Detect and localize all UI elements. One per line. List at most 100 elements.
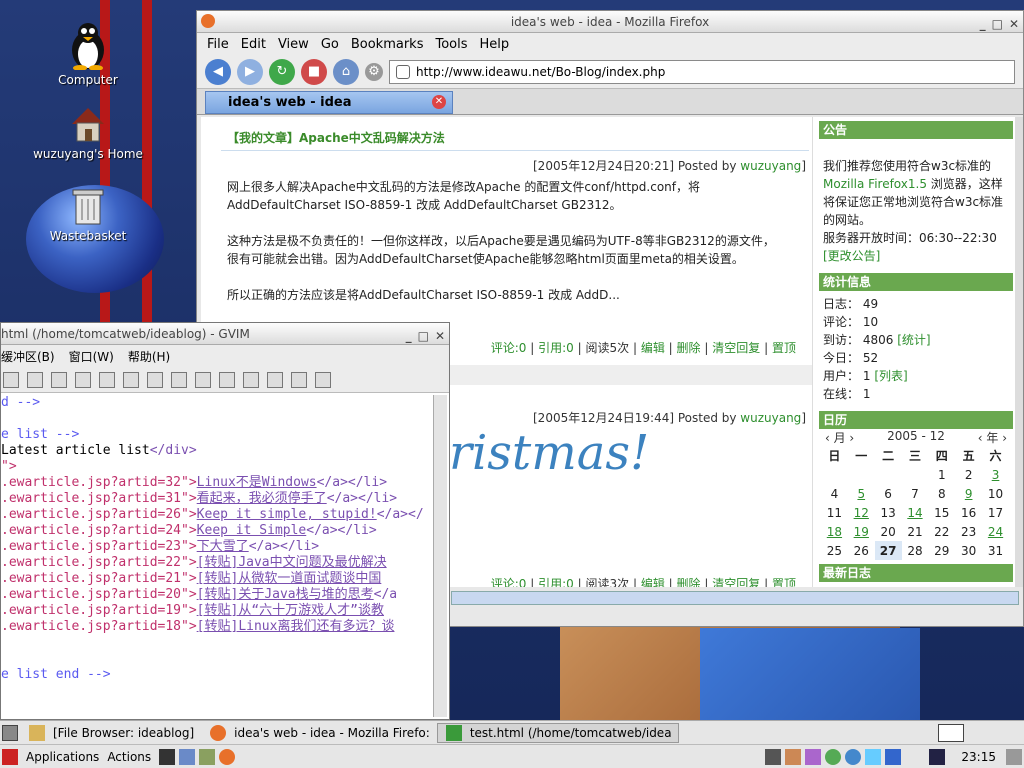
find-icon[interactable] xyxy=(51,371,67,388)
menu-tools[interactable]: Tools xyxy=(435,37,467,52)
gear-icon[interactable] xyxy=(195,371,211,388)
forward-button[interactable]: ▶ xyxy=(237,58,263,85)
workspace-switcher[interactable] xyxy=(938,723,964,742)
refs-link[interactable]: 引用:0 xyxy=(538,341,574,355)
clock[interactable]: 23:15 xyxy=(961,750,996,764)
back-button[interactable]: ◀ xyxy=(205,58,231,85)
reload-button[interactable]: ↻ xyxy=(269,58,295,85)
forward-icon[interactable] xyxy=(75,371,91,388)
gvim-titlebar[interactable]: html (/home/tomcatweb/ideablog) - GVIM _… xyxy=(1,323,449,345)
task-gvim[interactable]: test.html (/home/tomcatweb/idea xyxy=(436,722,679,743)
calendar-day[interactable]: 18 xyxy=(821,522,848,541)
url-bar[interactable]: http://www.ideawu.net/Bo-Blog/index.php xyxy=(389,59,1015,84)
firefox-launcher-icon[interactable] xyxy=(219,748,236,765)
menu-go[interactable]: Go xyxy=(321,37,339,52)
user-list-link[interactable]: [列表] xyxy=(874,369,907,383)
menu-view[interactable]: View xyxy=(278,37,309,52)
actions-menu[interactable]: Actions xyxy=(107,750,151,764)
editor-icon[interactable] xyxy=(179,748,196,765)
stop-button[interactable]: ■ xyxy=(301,58,327,85)
pin-link[interactable]: 置顶 xyxy=(772,577,796,587)
help-icon[interactable] xyxy=(291,371,307,388)
calendar-day[interactable]: 3 xyxy=(982,465,1009,484)
author-link[interactable]: wuzuyang xyxy=(740,411,801,425)
delete-link[interactable]: 删除 xyxy=(677,577,701,587)
calendar-day[interactable]: 24 xyxy=(982,522,1009,541)
comments-link[interactable]: 评论:0 xyxy=(491,341,527,355)
download-icon[interactable] xyxy=(885,748,902,765)
maximize-button[interactable]: □ xyxy=(992,13,1003,35)
menu-edit[interactable]: Edit xyxy=(241,37,266,52)
pin-link[interactable]: 置顶 xyxy=(772,341,796,355)
desktop-icon-wastebasket[interactable]: Wastebasket xyxy=(23,186,153,243)
jump-icon[interactable] xyxy=(267,371,283,388)
calendar-day[interactable]: 5 xyxy=(848,484,875,503)
desktop-icon-computer[interactable]: Computer xyxy=(23,20,153,87)
calendar-day[interactable]: 19 xyxy=(848,522,875,541)
calendar-day[interactable]: 14 xyxy=(902,503,929,522)
close-button[interactable]: ✕ xyxy=(1009,13,1019,35)
menu-help[interactable]: Help xyxy=(480,37,510,52)
close-tab-icon[interactable]: ✕ xyxy=(432,95,446,109)
edit-link[interactable]: 编辑 xyxy=(641,341,665,355)
menu-help[interactable]: 帮助(H) xyxy=(128,348,170,365)
author-link[interactable]: wuzuyang xyxy=(740,159,801,173)
calendar-day[interactable]: 12 xyxy=(848,503,875,522)
volume-icon[interactable] xyxy=(1006,748,1022,765)
applications-menu[interactable]: Applications xyxy=(26,750,99,764)
firefox-titlebar[interactable]: idea's web - idea - Mozilla Firefox _ □ … xyxy=(197,11,1023,33)
make-icon[interactable] xyxy=(219,371,235,388)
tab-ideas-web[interactable]: idea's web - idea ✕ xyxy=(205,91,453,114)
clear-replies-link[interactable]: 清空回复 xyxy=(712,577,760,587)
horizontal-scrollbar[interactable] xyxy=(451,591,1019,605)
stats-link[interactable]: [统计] xyxy=(897,333,930,347)
minimize-button[interactable]: _ xyxy=(406,325,412,347)
find-help-icon[interactable] xyxy=(315,371,331,388)
minimize-button[interactable]: _ xyxy=(980,13,986,35)
open-session-icon[interactable] xyxy=(147,371,163,388)
delete-link[interactable]: 删除 xyxy=(677,341,701,355)
paste-icon[interactable] xyxy=(27,371,43,388)
tray-icon[interactable] xyxy=(785,748,802,765)
edit-link[interactable]: 编辑 xyxy=(641,577,665,587)
tray-icon[interactable] xyxy=(825,748,842,765)
home-button[interactable]: ⌂ xyxy=(333,58,359,85)
clear-replies-link[interactable]: 清空回复 xyxy=(712,341,760,355)
show-desktop-icon[interactable] xyxy=(2,724,18,741)
firefox-link[interactable]: Mozilla Firefox1.5 xyxy=(823,177,927,191)
workspace-icon[interactable] xyxy=(929,748,946,765)
network-icon[interactable] xyxy=(865,748,882,765)
task-file-browser[interactable]: [File Browser: ideablog] xyxy=(20,723,201,743)
close-button[interactable]: ✕ xyxy=(435,325,445,347)
tray-icon[interactable] xyxy=(845,748,862,765)
desktop-icon-home[interactable]: wuzuyang's Home xyxy=(23,104,153,161)
gnome-foot-icon[interactable] xyxy=(2,748,18,765)
comments-link[interactable]: 评论:0 xyxy=(491,577,527,587)
tray-icon[interactable] xyxy=(765,748,782,765)
menu-bookmarks[interactable]: Bookmarks xyxy=(351,37,424,52)
terminal-icon[interactable] xyxy=(159,748,176,765)
gear-icon[interactable]: ⚙ xyxy=(365,62,383,81)
tray-icon[interactable] xyxy=(805,748,822,765)
editor-scrollbar[interactable] xyxy=(433,395,447,717)
menu-buffers[interactable]: 缓冲区(B) xyxy=(1,348,55,365)
editor-text[interactable]: d --> e list --> Latest article list</div>… xyxy=(1,395,431,717)
back-icon[interactable] xyxy=(99,371,115,388)
calendar-day[interactable]: 9 xyxy=(955,484,982,503)
copy-icon[interactable] xyxy=(3,371,19,388)
refs-link[interactable]: 引用:0 xyxy=(538,577,574,587)
replace-icon[interactable] xyxy=(123,371,139,388)
firefox-logo-icon xyxy=(201,14,215,28)
menu-file[interactable]: File xyxy=(207,37,229,52)
maximize-button[interactable]: □ xyxy=(418,325,429,347)
task-firefox[interactable]: idea's web - idea - Mozilla Firefo: xyxy=(201,723,437,743)
month-nav[interactable]: ‹ 月 › xyxy=(825,429,854,446)
change-notice-link[interactable]: [更改公告] xyxy=(823,247,1009,265)
menu-window[interactable]: 窗口(W) xyxy=(69,348,114,365)
article-title[interactable]: 【我的文章】Apache中文乱码解决方法 xyxy=(221,125,809,151)
save-session-icon[interactable] xyxy=(171,371,187,388)
table-icon[interactable] xyxy=(243,371,259,388)
year-nav[interactable]: ‹ 年 › xyxy=(978,429,1007,446)
tools-icon[interactable] xyxy=(199,748,216,765)
vertical-scrollbar[interactable] xyxy=(1015,117,1023,587)
